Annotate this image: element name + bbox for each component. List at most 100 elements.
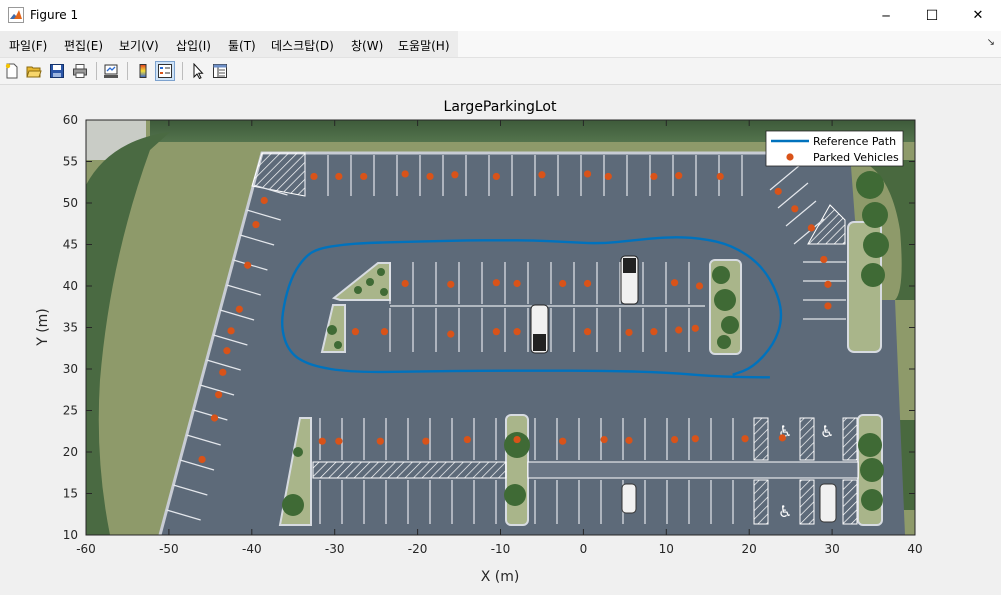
accessible-hatch-1 <box>753 417 769 461</box>
x-axis-label: X (m) <box>481 569 520 585</box>
parked-vehicle-marker <box>447 330 455 338</box>
minimize-button[interactable]: ─ <box>863 0 909 31</box>
white-car-bottom-right <box>819 483 837 523</box>
y-tick-label: 20 <box>63 445 78 459</box>
parked-vehicle-marker <box>513 435 521 444</box>
parked-vehicle-marker <box>650 328 658 336</box>
parked-vehicle-marker <box>716 172 724 181</box>
parked-vehicle-marker <box>559 437 567 445</box>
parked-vehicle-marker <box>583 170 592 178</box>
crosswalk-bottom-left <box>312 461 507 479</box>
parked-vehicle-marker <box>824 280 832 288</box>
parked-vehicle-marker <box>807 224 815 232</box>
parked-vehicle-marker <box>451 171 459 179</box>
y-tick-label: 60 <box>63 113 78 127</box>
parked-vehicle-marker <box>252 220 260 229</box>
menu-insert[interactable]: 삽입(I) <box>176 37 211 54</box>
parked-vehicle-marker <box>215 391 223 399</box>
property-inspector-button[interactable] <box>210 61 230 81</box>
parked-vehicle-marker <box>318 437 326 445</box>
minimize-icon: ─ <box>882 8 890 23</box>
accessible-hatch-4 <box>753 479 769 525</box>
save-button[interactable] <box>47 61 67 81</box>
print-icon <box>73 64 87 78</box>
figure-canvas: ♿ ♿ ♿ -60 -50 -40 -30 -20 -10 0 10 20 30 40 10 15 20 2… <box>0 85 1001 591</box>
menu-help[interactable]: 도움말(H) <box>398 37 450 54</box>
menu-dock-arrow-icon[interactable]: ↘ <box>987 37 995 48</box>
parked-vehicle-marker <box>227 327 235 335</box>
menu-window[interactable]: 창(W) <box>351 37 383 54</box>
y-tick-label: 10 <box>63 528 78 542</box>
x-tick-label: 0 <box>580 542 588 556</box>
save-icon <box>50 64 64 78</box>
menu-view[interactable]: 보기(V) <box>119 37 159 54</box>
parked-vehicle-marker <box>513 328 521 336</box>
legend-marker-swatch <box>786 153 794 161</box>
parked-vehicle-marker <box>824 302 832 310</box>
toolbar-separator <box>182 62 183 80</box>
parked-vehicle-marker <box>675 326 683 334</box>
y-tick-label: 15 <box>63 487 78 501</box>
parked-vehicle-marker <box>778 434 786 442</box>
accessible-hatch-3 <box>842 417 858 461</box>
parked-vehicle-marker <box>492 328 500 336</box>
parking-lot-plot[interactable]: ♿ ♿ ♿ -60 -50 -40 -30 -20 -10 0 10 20 30 40 10 15 20 2… <box>0 85 1001 591</box>
window-title: Figure 1 <box>30 8 79 22</box>
matlab-logo-icon <box>8 7 24 23</box>
edit-plot-button[interactable] <box>188 61 208 81</box>
parked-vehicle-marker <box>695 282 704 290</box>
window-title-bar[interactable]: Figure 1 ─ ☐ ✕ <box>0 0 1001 31</box>
menu-bar: 파일(F) 편집(E) 보기(V) 삽입(I) 툴(T) 데스크탑(D) 창(W… <box>0 31 1001 58</box>
parked-vehicle-marker <box>447 280 455 288</box>
print-button[interactable] <box>70 61 90 81</box>
link-plot-icon <box>104 64 118 78</box>
property-inspector-icon <box>213 64 227 78</box>
parked-vehicle-marker <box>401 279 409 288</box>
insert-legend-button[interactable] <box>155 61 175 81</box>
maximize-button[interactable]: ☐ <box>909 0 955 31</box>
insert-colorbar-button[interactable] <box>133 61 153 81</box>
parked-vehicle-marker <box>774 187 782 195</box>
parked-vehicle-marker <box>360 172 368 181</box>
open-file-icon <box>26 66 42 78</box>
x-tick-label: -20 <box>408 542 428 556</box>
accessible-hatch-2 <box>799 417 815 461</box>
menu-tools[interactable]: 툴(T) <box>228 37 256 54</box>
white-car-bottom <box>621 483 637 514</box>
open-file-button[interactable] <box>24 61 44 81</box>
menu-desktop[interactable]: 데스크탑(D) <box>271 37 334 54</box>
close-button[interactable]: ✕ <box>955 0 1001 31</box>
accessible-hatch-6 <box>842 479 858 525</box>
parked-vehicle-marker <box>670 279 679 287</box>
y-tick-label: 40 <box>63 279 78 293</box>
x-tick-label: 20 <box>742 542 757 556</box>
wheelchair-icon: ♿ <box>820 422 834 441</box>
parked-vehicle-marker <box>670 435 679 444</box>
y-tick-label: 55 <box>63 155 78 169</box>
parked-vehicle-marker <box>820 255 828 264</box>
y-tick-label: 45 <box>63 238 78 252</box>
menu-edit[interactable]: 편집(E) <box>64 37 103 54</box>
parked-vehicle-marker <box>741 435 749 443</box>
link-plot-button[interactable] <box>101 61 121 81</box>
parked-vehicle-marker <box>650 172 658 181</box>
parked-vehicle-marker <box>376 437 384 445</box>
parked-vehicle-marker <box>210 414 219 422</box>
legend[interactable]: Reference Path Parked Vehicles <box>765 130 904 167</box>
parked-vehicle-marker <box>675 172 683 180</box>
parking-lot-scene: ♿ ♿ ♿ <box>86 120 915 535</box>
menu-file[interactable]: 파일(F) <box>9 37 47 54</box>
parked-vehicle-marker <box>791 205 799 213</box>
x-tick-label: 10 <box>659 542 674 556</box>
legend-entry-parked-vehicles: Parked Vehicles <box>813 151 899 164</box>
new-figure-button[interactable] <box>2 61 22 81</box>
parked-vehicle-marker <box>538 171 546 179</box>
y-tick-label: 30 <box>63 362 78 376</box>
y-tick-label: 35 <box>63 321 78 335</box>
parked-vehicle-marker <box>335 172 343 181</box>
parked-vehicle-marker <box>422 437 430 445</box>
maximize-icon: ☐ <box>925 7 939 24</box>
chart-title: LargeParkingLot <box>444 99 557 115</box>
parked-vehicle-marker <box>351 328 360 336</box>
parked-vehicle-marker <box>492 172 500 181</box>
